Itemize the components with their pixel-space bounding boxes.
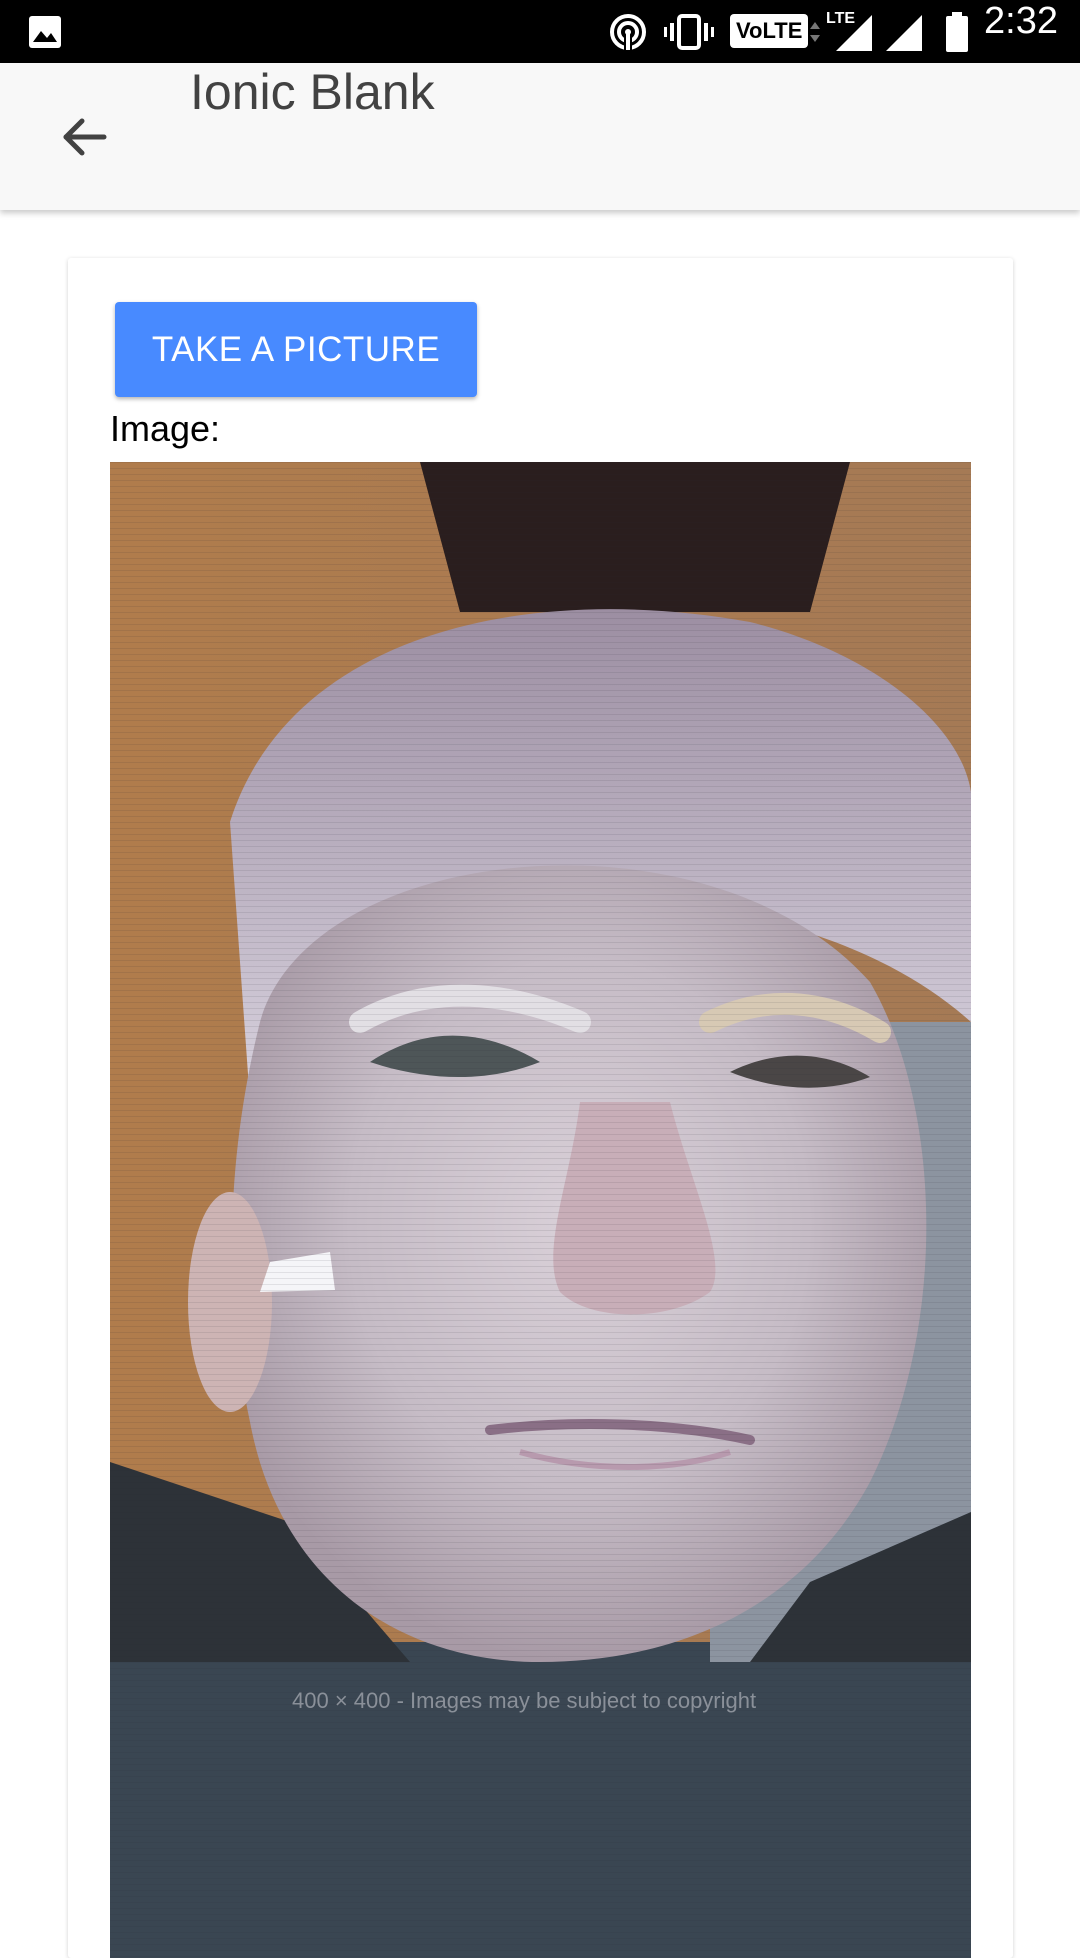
signal-icon [882, 0, 924, 63]
arrow-left-icon [60, 113, 108, 166]
volte-badge: VoLTE [730, 14, 809, 48]
captured-photo: 400 × 400 - Images may be subject to cop… [110, 462, 971, 1958]
photo-caption: 400 × 400 - Images may be subject to cop… [292, 1688, 756, 1713]
status-bar: VoLTE LTE R 2:32 [0, 0, 1080, 63]
status-time: 2:32 [984, 0, 1058, 42]
card: TAKE A PICTURE Image: 400 × 400 - Images… [68, 258, 1013, 1958]
signal-icon [832, 0, 874, 63]
content-area[interactable]: TAKE A PICTURE Image: 400 × 400 - Images… [0, 210, 1080, 1958]
app-header: Ionic Blank [0, 63, 1080, 210]
back-button[interactable] [44, 99, 124, 179]
page-title: Ionic Blank [190, 64, 435, 120]
hotspot-icon [608, 0, 648, 63]
data-arrows-icon [808, 0, 822, 63]
image-label: Image: [110, 408, 221, 449]
roaming-label: R [912, 36, 923, 52]
gallery-icon [28, 0, 62, 63]
battery-icon [944, 0, 970, 63]
take-picture-button[interactable]: TAKE A PICTURE [115, 302, 477, 397]
vibrate-icon [664, 0, 714, 63]
